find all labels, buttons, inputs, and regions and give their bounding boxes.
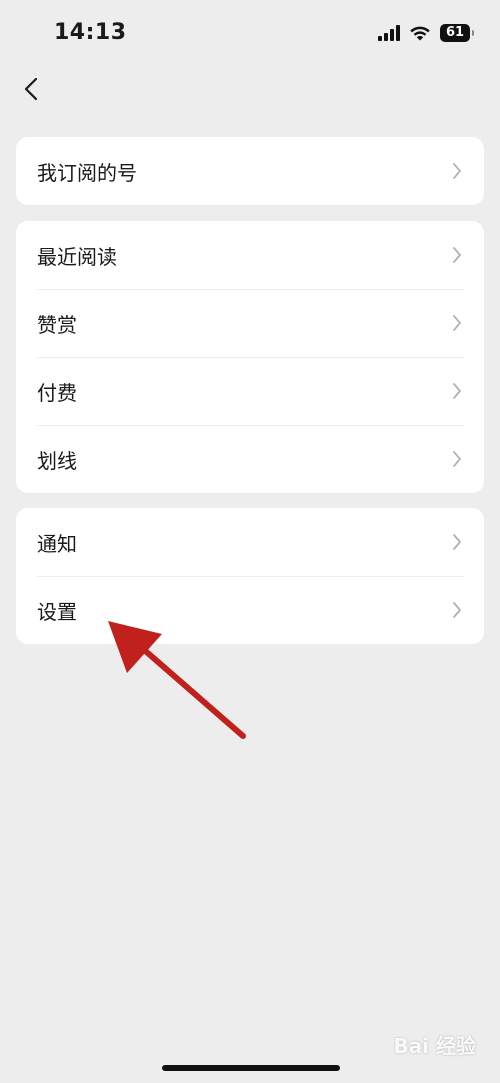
battery-icon: 61 xyxy=(440,24,474,42)
settings-card: 通知 设置 xyxy=(16,508,484,644)
list-item-appreciation[interactable]: 赞赏 xyxy=(16,289,484,357)
reading-card: 最近阅读 赞赏 付费 划线 xyxy=(16,221,484,493)
list-item-notifications[interactable]: 通知 xyxy=(16,508,484,576)
chevron-left-icon xyxy=(24,77,38,101)
list-item-label: 赞赏 xyxy=(37,312,77,337)
chevron-right-icon xyxy=(453,383,461,399)
list-item-paid[interactable]: 付费 xyxy=(16,357,484,425)
wifi-icon xyxy=(410,26,430,41)
list-item-label: 通知 xyxy=(37,531,77,556)
chevron-right-icon xyxy=(453,315,461,331)
list-item-label: 划线 xyxy=(37,448,77,473)
chevron-right-icon xyxy=(453,247,461,263)
chevron-right-icon xyxy=(453,534,461,550)
list-item-highlights[interactable]: 划线 xyxy=(16,425,484,493)
baidu-jingyan-watermark: Bai 经验 xyxy=(393,1034,476,1058)
list-item-label: 最近阅读 xyxy=(37,244,117,269)
chevron-right-icon xyxy=(453,451,461,467)
list-item-label: 付费 xyxy=(37,380,77,405)
chevron-right-icon xyxy=(453,163,461,179)
status-icons: 61 xyxy=(378,22,474,44)
list-item-label: 我订阅的号 xyxy=(37,160,137,185)
cellular-signal-icon xyxy=(378,25,400,41)
status-time: 14:13 xyxy=(54,20,127,45)
list-item-subscribed-accounts[interactable]: 我订阅的号 xyxy=(16,137,484,205)
list-item-label: 设置 xyxy=(37,599,77,624)
list-item-recent-reading[interactable]: 最近阅读 xyxy=(16,221,484,289)
home-indicator xyxy=(162,1065,340,1071)
subscriptions-card: 我订阅的号 xyxy=(16,137,484,205)
chevron-right-icon xyxy=(453,602,461,618)
back-button[interactable] xyxy=(14,72,48,106)
list-item-settings[interactable]: 设置 xyxy=(16,576,484,644)
status-bar: 14:13 61 xyxy=(0,0,500,66)
